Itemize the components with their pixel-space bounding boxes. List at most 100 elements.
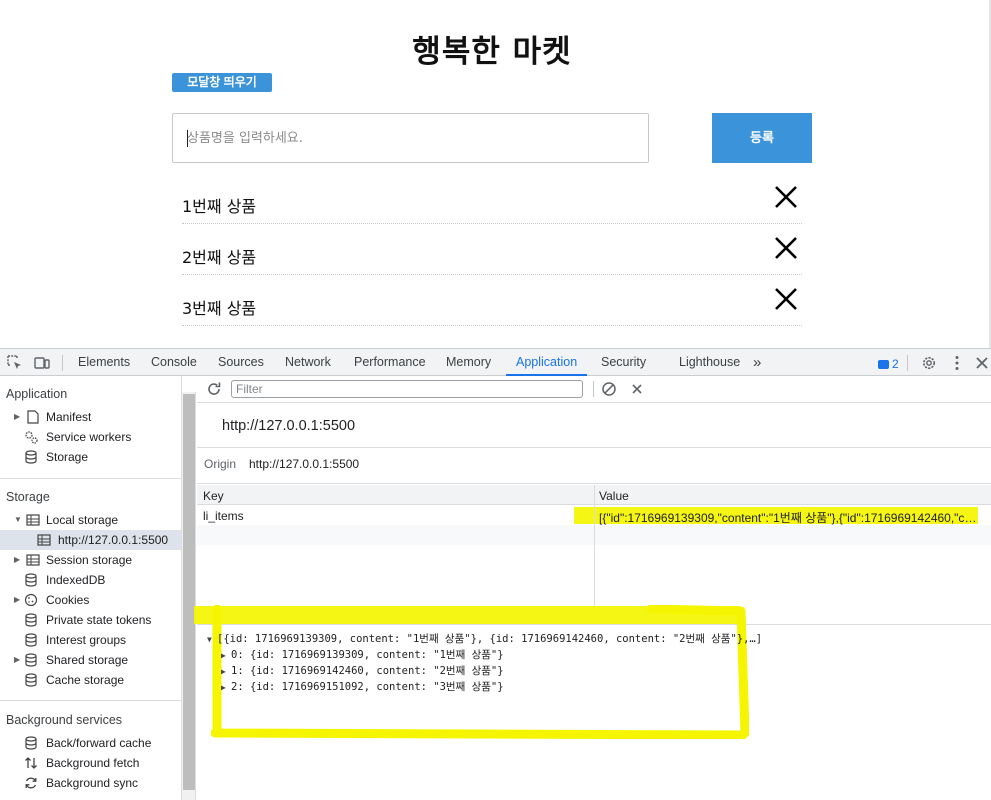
origin-header: http://127.0.0.1:5500 <box>197 404 991 448</box>
sidebar-item-service-workers[interactable]: Service workers <box>14 427 181 447</box>
more-tabs-button[interactable]: » <box>753 349 761 376</box>
list-item: 1번째 상품 <box>182 173 802 224</box>
preview-summary-line[interactable]: ▼ [{id: 1716969139309, content: "1번째 상품"}… <box>207 631 762 646</box>
origin-header-text: http://127.0.0.1:5500 <box>222 418 356 434</box>
database-icon <box>25 653 37 667</box>
list-item: 2번째 상품 <box>182 224 802 275</box>
settings-gear-icon[interactable] <box>920 354 938 372</box>
expand-arrow-icon[interactable]: ▶ <box>14 590 24 610</box>
product-label: 1번째 상품 <box>182 197 257 216</box>
row-key[interactable]: li_items <box>203 509 244 523</box>
tab-console[interactable]: Console <box>151 349 197 376</box>
sidebar-item-indexeddb[interactable]: IndexedDB <box>14 570 181 590</box>
clear-all-icon[interactable] <box>601 381 617 397</box>
device-toolbar-icon[interactable] <box>33 354 51 372</box>
sidebar-item-cache-storage[interactable]: Cache storage <box>14 670 181 690</box>
preview-entry[interactable]: ▶ 0: {id: 1716969139309, content: "1번째 상품… <box>221 647 504 662</box>
sidebar-item-cookies[interactable]: ▶ Cookies <box>14 590 181 610</box>
tab-sources[interactable]: Sources <box>218 349 264 376</box>
row-value[interactable]: [{"id":1716969139309,"content":"1번째 상품"}… <box>599 509 983 526</box>
application-sidebar: Application ▶ Manifest Service workers S… <box>0 376 182 800</box>
delete-x-icon[interactable] <box>774 236 798 260</box>
toolbar-separator <box>593 381 594 397</box>
text-caret <box>187 130 188 147</box>
tab-performance[interactable]: Performance <box>354 349 426 376</box>
issues-icon <box>878 360 889 369</box>
sidebar-item-background-sync[interactable]: Background sync <box>14 773 181 793</box>
column-header-key[interactable]: Key <box>203 489 224 503</box>
column-divider[interactable] <box>594 485 595 625</box>
database-icon <box>25 633 37 647</box>
up-down-arrows-icon <box>25 757 37 769</box>
open-modal-button[interactable]: 모달창 띄우기 <box>172 73 272 92</box>
database-icon <box>25 736 37 750</box>
database-icon <box>25 613 37 627</box>
product-list: 1번째 상품 2번째 상품 3번째 상품 <box>182 173 802 326</box>
value-preview: ▼ [{id: 1716969139309, content: "1번째 상품"}… <box>197 605 991 800</box>
tab-application[interactable]: Application <box>506 349 588 376</box>
tab-separator <box>907 355 908 371</box>
close-icon[interactable] <box>973 354 991 372</box>
sync-icon <box>25 777 37 789</box>
sidebar-item-interest-groups[interactable]: Interest groups <box>14 630 181 650</box>
expand-arrow-icon[interactable]: ▶ <box>221 651 231 660</box>
expand-arrow-icon[interactable]: ▶ <box>221 683 231 692</box>
origin-value: http://127.0.0.1:5500 <box>249 457 360 471</box>
market-page: 행복한 마켓 모달창 띄우기 등록 1번째 상품 2번째 상품 3번째 상품 <box>0 0 991 348</box>
table-icon <box>37 534 51 546</box>
sidebar-item-storage[interactable]: Storage <box>14 447 181 467</box>
sidebar-item-shared-storage[interactable]: ▶ Shared storage <box>14 650 181 670</box>
sidebar-item-private-state-tokens[interactable]: Private state tokens <box>14 610 181 630</box>
delete-x-icon[interactable] <box>774 185 798 209</box>
column-header-value[interactable]: Value <box>599 489 629 503</box>
preview-entry[interactable]: ▶ 2: {id: 1716969151092, content: "3번째 상품… <box>221 679 504 694</box>
preview-entry[interactable]: ▶ 1: {id: 1716969142460, content: "2번째 상품… <box>221 663 504 678</box>
database-icon <box>25 450 37 464</box>
inspect-element-icon[interactable] <box>6 354 24 372</box>
kebab-menu-icon[interactable] <box>948 354 966 372</box>
sidebar-divider <box>0 700 181 701</box>
sidebar-item-session-storage[interactable]: ▶ Session storage <box>14 550 181 570</box>
table-icon <box>26 514 40 526</box>
table-icon <box>26 554 40 566</box>
sidebar-item-manifest[interactable]: ▶ Manifest <box>14 407 181 427</box>
page-title: 행복한 마켓 <box>412 34 572 70</box>
database-icon <box>25 573 37 587</box>
tab-memory[interactable]: Memory <box>446 349 491 376</box>
collapse-arrow-icon[interactable]: ▼ <box>207 635 217 644</box>
delete-selected-icon[interactable] <box>629 381 645 397</box>
tab-elements[interactable]: Elements <box>78 349 130 376</box>
sidebar-scrollbar[interactable] <box>182 392 196 800</box>
origin-row: Origin http://127.0.0.1:5500 <box>197 448 991 484</box>
sidebar-section-application: Application <box>6 387 68 401</box>
refresh-icon[interactable] <box>206 381 222 397</box>
product-label: 2번째 상품 <box>182 248 257 267</box>
devtools-panel: Elements Console Sources Network Perform… <box>0 348 991 800</box>
product-name-input[interactable] <box>172 113 649 163</box>
expand-arrow-icon[interactable]: ▶ <box>14 550 24 570</box>
product-label: 3번째 상품 <box>182 299 257 318</box>
collapse-arrow-icon[interactable]: ▼ <box>14 510 24 530</box>
expand-arrow-icon[interactable]: ▶ <box>221 667 231 676</box>
submit-button[interactable]: 등록 <box>712 113 812 163</box>
gears-icon <box>25 431 38 444</box>
tab-lighthouse[interactable]: Lighthouse <box>679 349 740 376</box>
tab-separator <box>62 355 63 371</box>
tab-security[interactable]: Security <box>601 349 646 376</box>
expand-arrow-icon[interactable]: ▶ <box>14 650 24 670</box>
sidebar-item-local-storage-origin[interactable]: http://127.0.0.1:5500 <box>0 530 181 550</box>
marker-highlight-strip <box>194 606 740 624</box>
sidebar-item-background-fetch[interactable]: Background fetch <box>14 753 181 773</box>
expand-arrow-icon[interactable]: ▶ <box>14 407 24 427</box>
origin-label: Origin <box>204 457 237 471</box>
filter-input[interactable] <box>231 380 583 398</box>
sidebar-section-background-services: Background services <box>6 713 123 727</box>
sidebar-item-back-forward-cache[interactable]: Back/forward cache <box>14 733 181 753</box>
sidebar-divider <box>0 478 181 479</box>
tab-network[interactable]: Network <box>285 349 331 376</box>
scrollbar-thumb[interactable] <box>183 394 195 790</box>
local-storage-table: Key Value li_items [{"id":1716969139309,… <box>197 485 991 625</box>
delete-x-icon[interactable] <box>774 287 798 311</box>
issues-badge[interactable]: 2 <box>878 357 899 371</box>
sidebar-item-local-storage[interactable]: ▼ Local storage <box>14 510 181 530</box>
